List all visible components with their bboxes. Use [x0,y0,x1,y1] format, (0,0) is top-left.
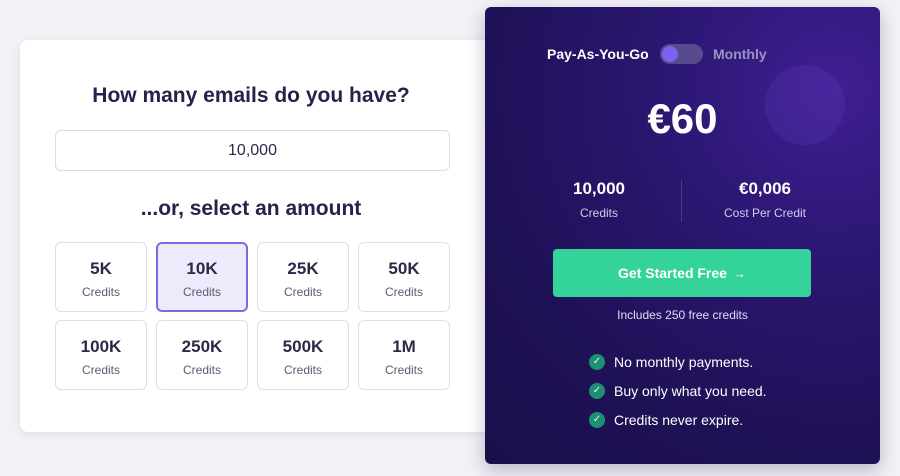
get-started-button[interactable]: Get Started Free → [553,249,811,297]
credits-label: Credits [579,206,618,220]
feature-item: ✓ No monthly payments. [589,352,849,381]
amount-option-unit: Credits [182,363,221,377]
amount-option-value: 1M [392,337,416,356]
amount-option-500k[interactable]: 500K Credits [257,320,349,390]
email-count-input[interactable] [55,130,450,171]
cost-per-credit-stat: €0,006 Cost Per Credit [675,179,855,220]
check-circle-icon: ✓ [589,412,605,428]
billing-mode-toggle[interactable] [660,44,703,64]
amount-option-unit: Credits [81,363,120,377]
amount-option-value: 500K [282,337,324,356]
amount-option-unit: Credits [384,363,423,377]
credits-value: 10,000 [573,179,625,198]
credits-stat: 10,000 Credits [509,179,689,220]
check-circle-icon: ✓ [589,354,605,370]
feature-item: ✓ Credits never expire. [589,410,849,439]
amount-option-unit: Credits [81,285,120,299]
amount-option-10k[interactable]: 10K Credits [156,242,248,312]
amount-option-250k[interactable]: 250K Credits [156,320,248,390]
pay-as-you-go-label[interactable]: Pay-As-You-Go [547,44,649,64]
amount-option-25k[interactable]: 25K Credits [257,242,349,312]
toggle-knob [662,46,678,62]
monthly-label[interactable]: Monthly [713,44,767,64]
amount-option-unit: Credits [384,285,423,299]
free-credits-note: Includes 250 free credits [617,308,748,322]
feature-item: ✓ Buy only what you need. [589,381,849,410]
amount-option-value: 250K [181,337,223,356]
amount-options-grid: 5K Credits 10K Credits 25K Credits 50K C… [55,242,450,390]
amount-option-value: 50K [388,259,420,278]
pricing-summary-panel: Pay-As-You-Go Monthly €60 10,000 Credits… [485,7,880,464]
amount-option-value: 100K [80,337,122,356]
amount-option-5k[interactable]: 5K Credits [55,242,147,312]
amount-option-value: 10K [186,259,218,278]
check-circle-icon: ✓ [589,383,605,399]
credit-calculator-card: How many emails do you have? ...or, sele… [20,40,495,432]
amount-option-value: 25K [287,259,319,278]
total-price: €60 [647,95,718,142]
amount-option-value: 5K [90,259,112,278]
amount-option-50k[interactable]: 50K Credits [358,242,450,312]
feature-text: No monthly payments. [614,354,754,370]
select-amount-heading: ...or, select an amount [140,197,362,220]
feature-text: Buy only what you need. [614,383,767,399]
get-started-label: Get Started Free [618,265,727,281]
feature-text: Credits never expire. [614,412,744,428]
amount-option-unit: Credits [283,285,322,299]
amount-option-unit: Credits [283,363,322,377]
cost-per-credit-value: €0,006 [739,179,791,198]
emails-question-heading: How many emails do you have? [92,84,410,107]
amount-option-1m[interactable]: 1M Credits [358,320,450,390]
amount-option-100k[interactable]: 100K Credits [55,320,147,390]
cost-per-credit-label: Cost Per Credit [723,206,807,220]
amount-option-unit: Credits [182,285,221,299]
billing-toggle-row: Pay-As-You-Go Monthly [485,44,880,68]
feature-list: ✓ No monthly payments. ✓ Buy only what y… [589,352,849,439]
arrow-right-icon: → [732,265,746,281]
